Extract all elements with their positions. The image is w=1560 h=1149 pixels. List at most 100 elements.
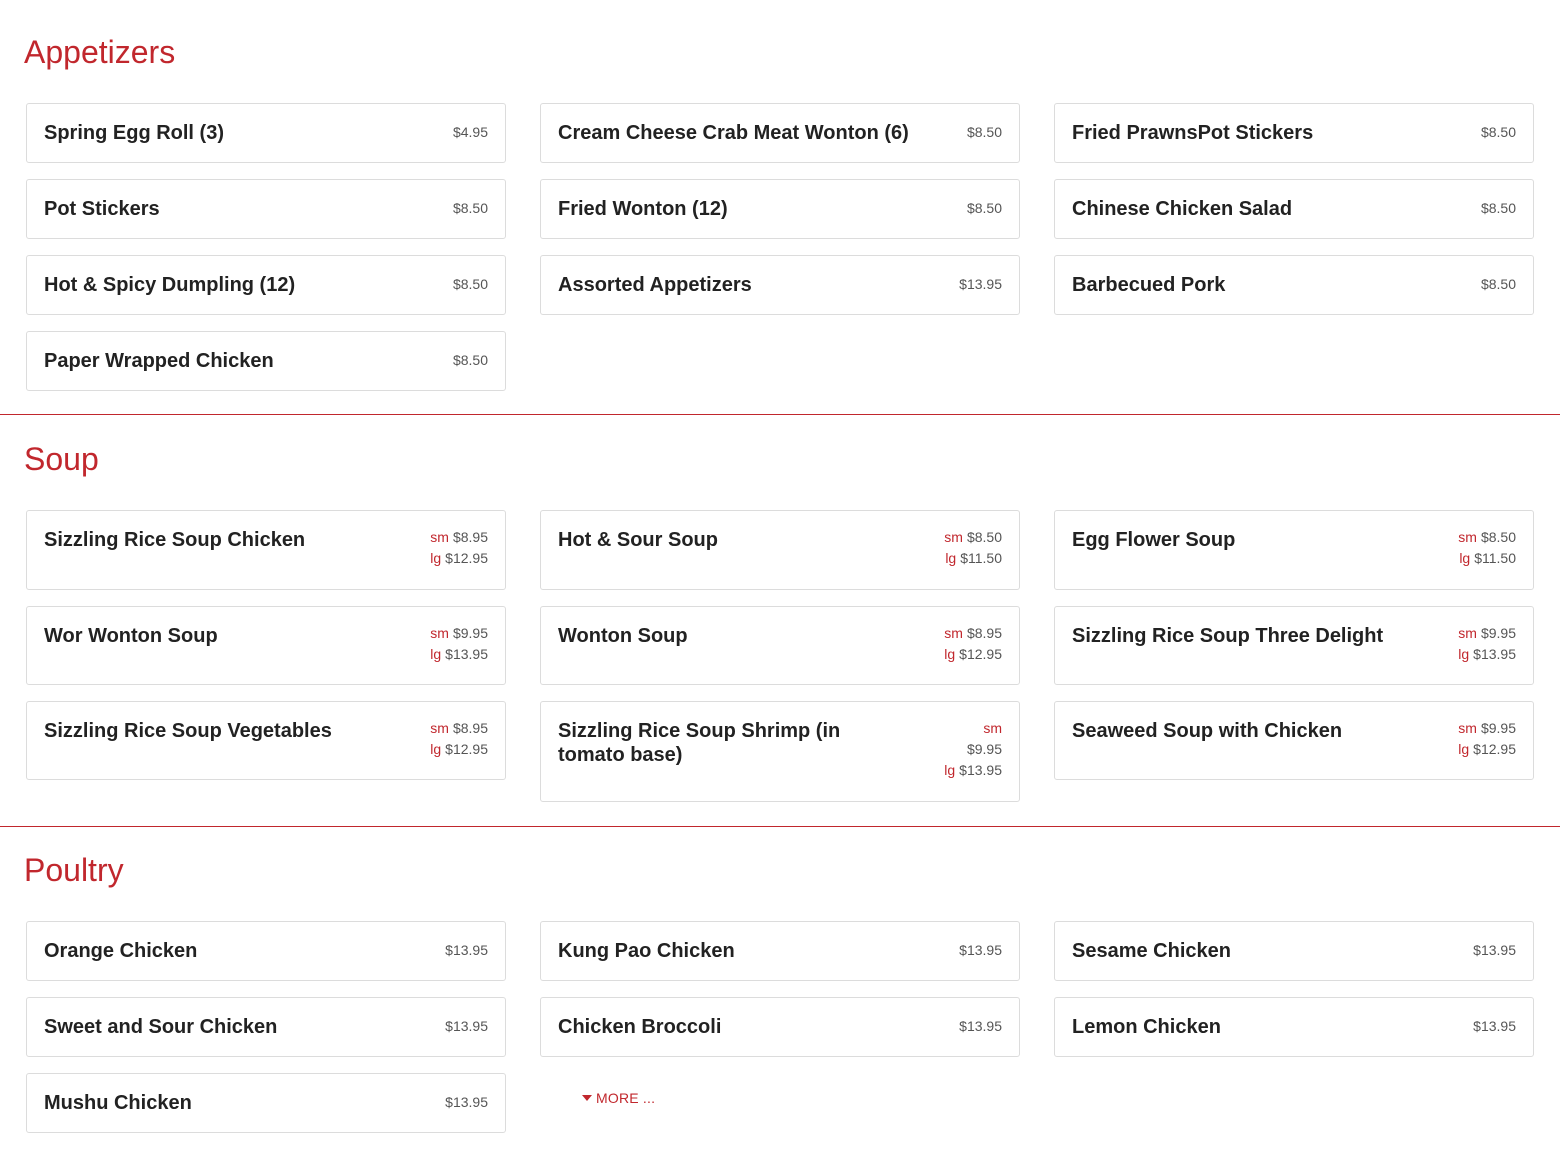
menu-item-card[interactable]: Chinese Chicken Salad $8.50 — [1054, 179, 1534, 239]
menu-item-card[interactable]: Hot & Sour Soup sm $8.50 lg $11.50 — [540, 510, 1020, 590]
menu-item-price: $8.50 — [1480, 200, 1516, 216]
menu-item-price: $8.50 — [1480, 124, 1516, 140]
size-label-large: lg — [945, 550, 957, 566]
menu-item-price: $4.95 — [452, 124, 488, 140]
section-title-poultry: Poultry — [24, 852, 124, 888]
price-large: $12.95 — [445, 550, 488, 566]
menu-item-name: Spring Egg Roll (3) — [44, 122, 224, 144]
menu-item-price: $13.95 — [959, 276, 1002, 292]
menu-item-name: Hot & Spicy Dumpling (12) — [44, 274, 296, 296]
size-label-large: lg — [944, 646, 956, 662]
menu-item-price: $8.50 — [452, 276, 488, 292]
menu-item-card[interactable]: Fried PrawnsPot Stickers $8.50 — [1054, 103, 1534, 163]
size-label-small: sm — [944, 625, 963, 641]
menu-item-name: Orange Chicken — [44, 940, 198, 962]
size-label-small: sm — [430, 625, 449, 641]
menu-item-card[interactable]: Barbecued Pork $8.50 — [1054, 255, 1534, 315]
menu-item-card[interactable]: Assorted Appetizers $13.95 — [540, 255, 1020, 315]
menu-item-price: $13.95 — [1473, 942, 1516, 958]
menu-item-price: $8.50 — [452, 352, 488, 368]
menu-item-price: $13.95 — [445, 942, 488, 958]
size-label-large: lg — [1459, 550, 1471, 566]
menu-item-name: Kung Pao Chicken — [558, 940, 735, 962]
menu-item-card[interactable]: Hot & Spicy Dumpling (12) $8.50 — [26, 255, 506, 315]
menu-item-card[interactable]: Seaweed Soup with Chicken sm $9.95 lg $12.… — [1054, 701, 1534, 780]
price-large: $11.50 — [1474, 550, 1516, 566]
price-large: $12.95 — [445, 741, 488, 757]
section-title-soup: Soup — [24, 441, 99, 477]
menu-item-name: Egg Flower Soup — [1072, 529, 1236, 551]
menu-item-card[interactable]: Sizzling Rice Soup Vegetables sm $8.95 lg… — [26, 701, 506, 780]
menu-item-name: Sweet and Sour Chicken — [44, 1016, 278, 1038]
size-label-large: lg — [430, 646, 442, 662]
menu-item-card[interactable]: Sesame Chicken $13.95 — [1054, 921, 1534, 981]
menu-item-name: Pot Stickers — [44, 198, 160, 220]
price-small: $8.95 — [452, 529, 488, 545]
size-label-large: lg — [1458, 741, 1470, 757]
menu-item-prices: sm $8.50 lg $11.50 — [1458, 527, 1516, 569]
menu-item-card[interactable]: Sizzling Rice Soup Chicken sm $8.95 lg $12… — [26, 510, 506, 590]
menu-item-card[interactable]: Egg Flower Soup sm $8.50 lg $11.50 — [1054, 510, 1534, 590]
menu-item-name: Chinese Chicken Salad — [1072, 198, 1293, 220]
size-label-large: lg — [430, 550, 442, 566]
menu-item-card[interactable]: Sizzling Rice Soup Three Delight sm $9.95… — [1054, 606, 1534, 685]
menu-item-price: $13.95 — [959, 942, 1002, 958]
more-link-label: MORE ... — [596, 1090, 656, 1106]
menu-item-card[interactable]: Wor Wonton Soup sm $9.95 lg $13.95 — [26, 606, 506, 685]
price-large: $12.95 — [1473, 741, 1516, 757]
menu-item-price: $13.95 — [445, 1094, 488, 1110]
price-large: $13.95 — [445, 646, 488, 662]
price-small: $8.95 — [452, 720, 488, 736]
menu-item-name: Chicken Broccoli — [558, 1016, 722, 1038]
more-link[interactable]: MORE ... — [582, 1089, 655, 1107]
menu-item-card[interactable]: Kung Pao Chicken $13.95 — [540, 921, 1020, 981]
price-small: $9.95 — [452, 625, 488, 641]
size-label-small: sm — [1458, 720, 1477, 736]
menu-item-prices: sm $9.95 lg $13.95 — [942, 718, 1002, 781]
menu-item-price: $13.95 — [959, 1018, 1002, 1034]
menu-item-card[interactable]: Paper Wrapped Chicken $8.50 — [26, 331, 506, 391]
menu-item-name: Fried PrawnsPot Stickers — [1072, 122, 1314, 144]
menu-item-card[interactable]: Pot Stickers $8.50 — [26, 179, 506, 239]
menu-item-name: Sizzling Rice Soup Vegetables — [44, 720, 332, 742]
menu-item-card[interactable]: Wonton Soup sm $8.95 lg $12.95 — [540, 606, 1020, 685]
price-large: $13.95 — [959, 762, 1002, 778]
price-small: $8.95 — [966, 625, 1002, 641]
menu-item-prices: sm $8.95 lg $12.95 — [430, 718, 488, 760]
menu-item-name: Wonton Soup — [558, 625, 688, 647]
size-label-small: sm — [944, 529, 963, 545]
menu-item-name: Lemon Chicken — [1072, 1016, 1221, 1038]
menu-item-name: Cream Cheese Crab Meat Wonton (6) — [558, 122, 909, 144]
price-small: $9.95 — [1480, 720, 1516, 736]
menu-item-name: Mushu Chicken — [44, 1092, 192, 1114]
menu-item-name: Sesame Chicken — [1072, 940, 1231, 962]
size-label-large: lg — [944, 762, 956, 778]
price-large: $11.50 — [960, 550, 1002, 566]
menu-item-price: $13.95 — [1473, 1018, 1516, 1034]
size-label-small: sm — [983, 720, 1002, 736]
menu-item-card[interactable]: Mushu Chicken $13.95 — [26, 1073, 506, 1133]
menu-item-name: Assorted Appetizers — [558, 274, 752, 296]
price-small: $8.50 — [1480, 529, 1516, 545]
menu-item-name: Sizzling Rice Soup Chicken — [44, 529, 306, 551]
menu-item-card[interactable]: Sweet and Sour Chicken $13.95 — [26, 997, 506, 1057]
menu-item-card[interactable]: Cream Cheese Crab Meat Wonton (6) $8.50 — [540, 103, 1020, 163]
menu-item-card[interactable]: Fried Wonton (12) $8.50 — [540, 179, 1020, 239]
menu-item-card[interactable]: Lemon Chicken $13.95 — [1054, 997, 1534, 1057]
menu-item-name: Sizzling Rice Soup Three Delight — [1072, 625, 1384, 647]
menu-item-prices: sm $9.95 lg $13.95 — [1458, 623, 1516, 665]
menu-item-card[interactable]: Spring Egg Roll (3) $4.95 — [26, 103, 506, 163]
menu-item-card[interactable]: Sizzling Rice Soup Shrimp (in tomato bas… — [540, 701, 1020, 802]
size-label-small: sm — [430, 720, 449, 736]
menu-item-card[interactable]: Orange Chicken $13.95 — [26, 921, 506, 981]
price-large: $13.95 — [1473, 646, 1516, 662]
menu-item-prices: sm $8.50 lg $11.50 — [944, 527, 1002, 569]
size-label-small: sm — [1458, 625, 1477, 641]
price-small: $9.95 — [966, 741, 1002, 757]
menu-item-name: Paper Wrapped Chicken — [44, 350, 274, 372]
menu-item-card[interactable]: Chicken Broccoli $13.95 — [540, 997, 1020, 1057]
price-small: $8.50 — [966, 529, 1002, 545]
menu-item-price: $8.50 — [452, 200, 488, 216]
menu-item-name: Sizzling Rice Soup Shrimp (in tomato bas… — [558, 720, 841, 766]
menu-item-name: Fried Wonton (12) — [558, 198, 728, 220]
